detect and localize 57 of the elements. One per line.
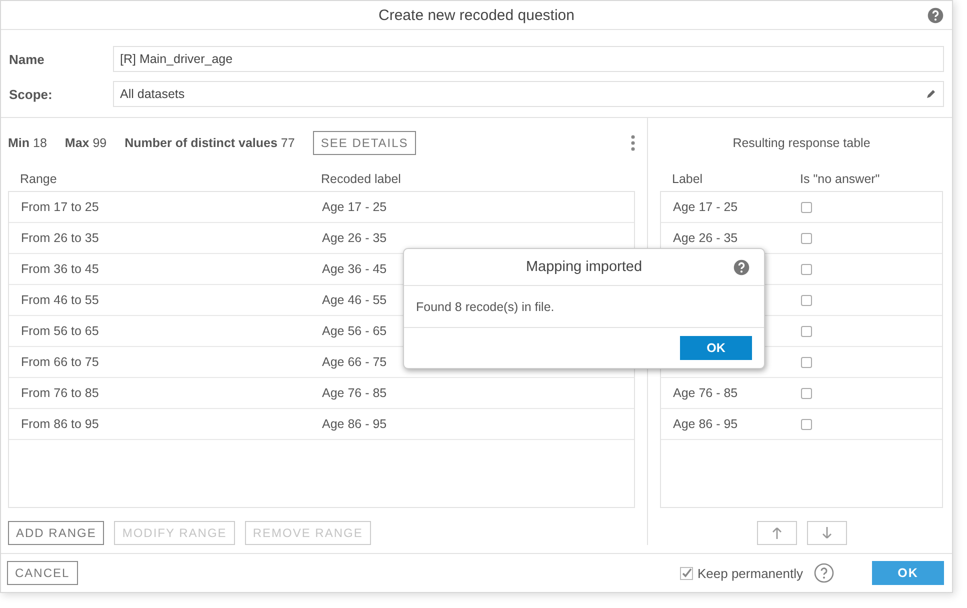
ok-button[interactable]: OK bbox=[872, 561, 944, 585]
table-cell-text: From 46 to 55 bbox=[21, 293, 100, 308]
table-cell: Age 56 - 65 bbox=[322, 324, 387, 338]
table-cell: Age 86 - 95 bbox=[673, 417, 738, 432]
pencil-icon[interactable] bbox=[925, 88, 937, 100]
dialog-title: Mapping imported bbox=[526, 259, 642, 275]
arrow-up-icon bbox=[772, 526, 782, 539]
column-header: Label bbox=[672, 172, 704, 186]
help-icon[interactable] bbox=[733, 259, 750, 276]
no-answer-checkbox[interactable] bbox=[801, 326, 812, 337]
table-cell: Age 76 - 85 bbox=[673, 386, 738, 400]
name-field[interactable]: [R] Main_driver_age bbox=[113, 46, 944, 72]
cancel-button[interactable]: CANCEL bbox=[7, 561, 78, 585]
column-header: Is "no answer" bbox=[800, 172, 880, 186]
panel-title: Resulting response table bbox=[732, 136, 870, 150]
table-cell: Age 46 - 55 bbox=[322, 293, 387, 308]
help-icon[interactable] bbox=[927, 7, 944, 24]
dialog-message: Found 8 recode(s) in file. bbox=[416, 300, 554, 314]
table-cell: Age 66 - 75 bbox=[322, 355, 387, 370]
table-cell: Age 26 - 35 bbox=[673, 231, 738, 246]
column-header: Range bbox=[20, 172, 58, 186]
no-answer-checkbox[interactable] bbox=[801, 232, 812, 244]
no-answer-checkbox[interactable] bbox=[801, 264, 812, 275]
no-answer-checkbox[interactable] bbox=[801, 202, 812, 213]
help-icon[interactable] bbox=[814, 563, 834, 583]
table-cell-text: From 56 to 65 bbox=[21, 324, 100, 338]
no-answer-checkbox[interactable] bbox=[801, 356, 812, 368]
name-label: Name bbox=[9, 52, 46, 66]
table-cell-text: From 26 to 35 bbox=[21, 231, 100, 246]
more-options-icon[interactable] bbox=[631, 135, 635, 151]
scope-label: Scope: bbox=[9, 86, 54, 102]
stat-text: Min 18 bbox=[8, 136, 47, 150]
see-details-button[interactable]: SEE DETAILS bbox=[312, 130, 416, 155]
table-cell-text: From 66 to 75 bbox=[21, 355, 100, 370]
window-title: Create new recoded question bbox=[378, 6, 574, 24]
table-cell-text: From 76 to 85 bbox=[21, 386, 100, 400]
table-cell: Age 86 - 95 bbox=[322, 417, 387, 432]
table-cell: Age 17 - 25 bbox=[673, 200, 738, 214]
arrow-down-icon bbox=[822, 526, 832, 539]
stat-text: Number of distinct values 77 bbox=[124, 136, 295, 150]
scope-field[interactable]: All datasets bbox=[113, 81, 944, 107]
keep-label: Keep permanently bbox=[697, 566, 803, 580]
table-cell: Age 36 - 45 bbox=[322, 262, 387, 276]
no-answer-checkbox[interactable] bbox=[801, 418, 812, 430]
column-header: Recoded label bbox=[321, 172, 401, 186]
stat-text: Max 99 bbox=[64, 136, 107, 150]
range-button[interactable]: ADD RANGE bbox=[8, 520, 104, 545]
no-answer-checkbox[interactable] bbox=[801, 388, 812, 399]
table-cell: Age 17 - 25 bbox=[322, 200, 387, 214]
no-answer-checkbox[interactable] bbox=[801, 294, 812, 306]
keep-checkbox[interactable] bbox=[680, 566, 694, 580]
table-cell: Age 26 - 35 bbox=[322, 231, 387, 246]
table-cell: Age 76 - 85 bbox=[322, 386, 387, 400]
table-cell-text: From 86 to 95 bbox=[21, 417, 100, 432]
table-cell-text: From 36 to 45 bbox=[21, 262, 100, 276]
ok-button[interactable]: OK bbox=[680, 336, 752, 360]
table-cell-text: From 17 to 25 bbox=[21, 200, 100, 214]
